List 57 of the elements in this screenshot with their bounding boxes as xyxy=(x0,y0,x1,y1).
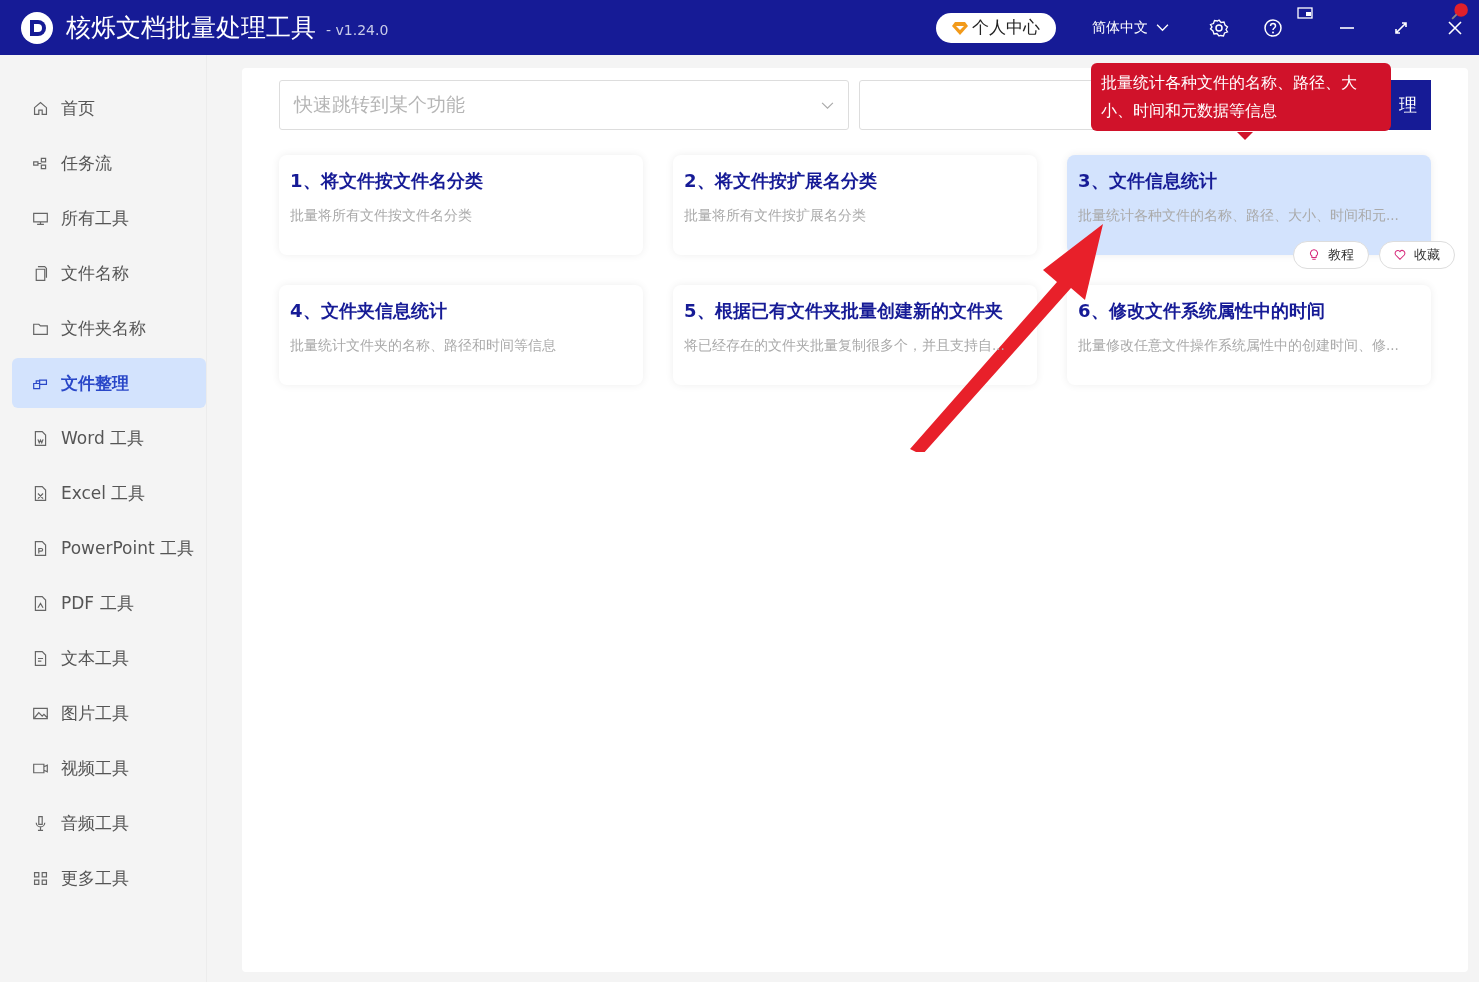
card-title: 2、将文件按扩展名分类 xyxy=(684,169,878,193)
card-description: 批量统计文件夹的名称、路径和时间等信息 xyxy=(290,337,557,355)
pin-icon xyxy=(1451,2,1469,20)
sidebar-item[interactable]: 文件整理 xyxy=(12,358,206,408)
card-description: 将已经存在的文件夹批量复制很多个，并且支持自... xyxy=(684,337,1006,355)
sidebar-item[interactable]: 文件名称 xyxy=(12,248,206,298)
sidebar-item[interactable]: PowerPoint 工具 xyxy=(12,523,206,573)
tool-card[interactable]: 2、将文件按扩展名分类 批量将所有文件按扩展名分类 xyxy=(673,155,1037,255)
sidebar-item[interactable]: 图片工具 xyxy=(12,688,206,738)
window-icon[interactable] xyxy=(1297,7,1313,19)
tooltip-pointer xyxy=(1237,132,1253,140)
card-description: 批量将所有文件按文件名分类 xyxy=(290,207,473,225)
chevron-down-icon xyxy=(1156,23,1169,32)
menu-icon xyxy=(32,594,49,612)
lightbulb-icon xyxy=(1308,249,1320,261)
sidebar-item[interactable]: 音频工具 xyxy=(12,798,206,848)
menu-icon xyxy=(32,429,49,447)
sidebar-item[interactable]: 首页 xyxy=(12,83,206,133)
card-title: 1、将文件按文件名分类 xyxy=(290,169,484,193)
sidebar-item[interactable]: 视频工具 xyxy=(12,743,206,793)
tutorial-button[interactable]: 教程 xyxy=(1293,241,1369,269)
diamond-icon xyxy=(952,20,968,35)
menu-icon xyxy=(32,649,49,667)
card-description: 批量修改任意文件操作系统属性中的创建时间、修... xyxy=(1078,337,1400,355)
sidebar-item[interactable]: Word 工具 xyxy=(12,413,206,463)
menu-icon xyxy=(32,99,49,117)
card-title: 5、根据已有文件夹批量创建新的文件夹 xyxy=(684,299,1004,323)
sidebar-item[interactable]: Excel 工具 xyxy=(12,468,206,518)
card-description: 批量统计各种文件的名称、路径、大小、时间和元... xyxy=(1078,207,1400,225)
card-description: 批量将所有文件按扩展名分类 xyxy=(684,207,867,225)
window-title: 核烁文档批量处理工具 xyxy=(66,12,316,44)
sidebar-item[interactable]: 任务流 xyxy=(12,138,206,188)
sidebar-item[interactable]: 文件夹名称 xyxy=(12,303,206,353)
menu-icon xyxy=(32,539,49,557)
sidebar-item[interactable]: 文本工具 xyxy=(12,633,206,683)
tooltip: 批量统计各种文件的名称、路径、大小、时间和元数据等信息 xyxy=(1091,63,1391,131)
card-title: 4、文件夹信息统计 xyxy=(290,299,448,323)
menu-icon xyxy=(32,484,49,502)
favorite-button[interactable]: 收藏 xyxy=(1379,241,1455,269)
card-title: 6、修改文件系统属性中的时间 xyxy=(1078,299,1326,323)
menu-icon xyxy=(32,869,49,887)
sidebar-item[interactable]: PDF 工具 xyxy=(12,578,206,628)
help-icon[interactable] xyxy=(1263,17,1283,38)
tool-card[interactable]: 5、根据已有文件夹批量创建新的文件夹 将已经存在的文件夹批量复制很多个，并且支持自... xyxy=(673,285,1037,385)
version-label: - v1.24.0 xyxy=(326,21,389,38)
tool-card[interactable]: 1、将文件按文件名分类 批量将所有文件按文件名分类 xyxy=(279,155,643,255)
tool-card[interactable]: 4、文件夹信息统计 批量统计文件夹的名称、路径和时间等信息 xyxy=(279,285,643,385)
heart-icon xyxy=(1394,249,1406,261)
sidebar-item[interactable]: 更多工具 xyxy=(12,853,206,903)
settings-icon[interactable] xyxy=(1209,17,1229,38)
chevron-down-icon xyxy=(821,100,834,110)
sidebar-item[interactable]: 所有工具 xyxy=(12,193,206,243)
logo-icon xyxy=(20,10,54,45)
language-dropdown[interactable]: 简体中文 xyxy=(1086,17,1175,38)
account-button[interactable]: 个人中心 xyxy=(936,12,1056,43)
card-title: 3、文件信息统计 xyxy=(1078,169,1218,193)
tool-card[interactable]: 6、修改文件系统属性中的时间 批量修改任意文件操作系统属性中的创建时间、修... xyxy=(1067,285,1431,385)
